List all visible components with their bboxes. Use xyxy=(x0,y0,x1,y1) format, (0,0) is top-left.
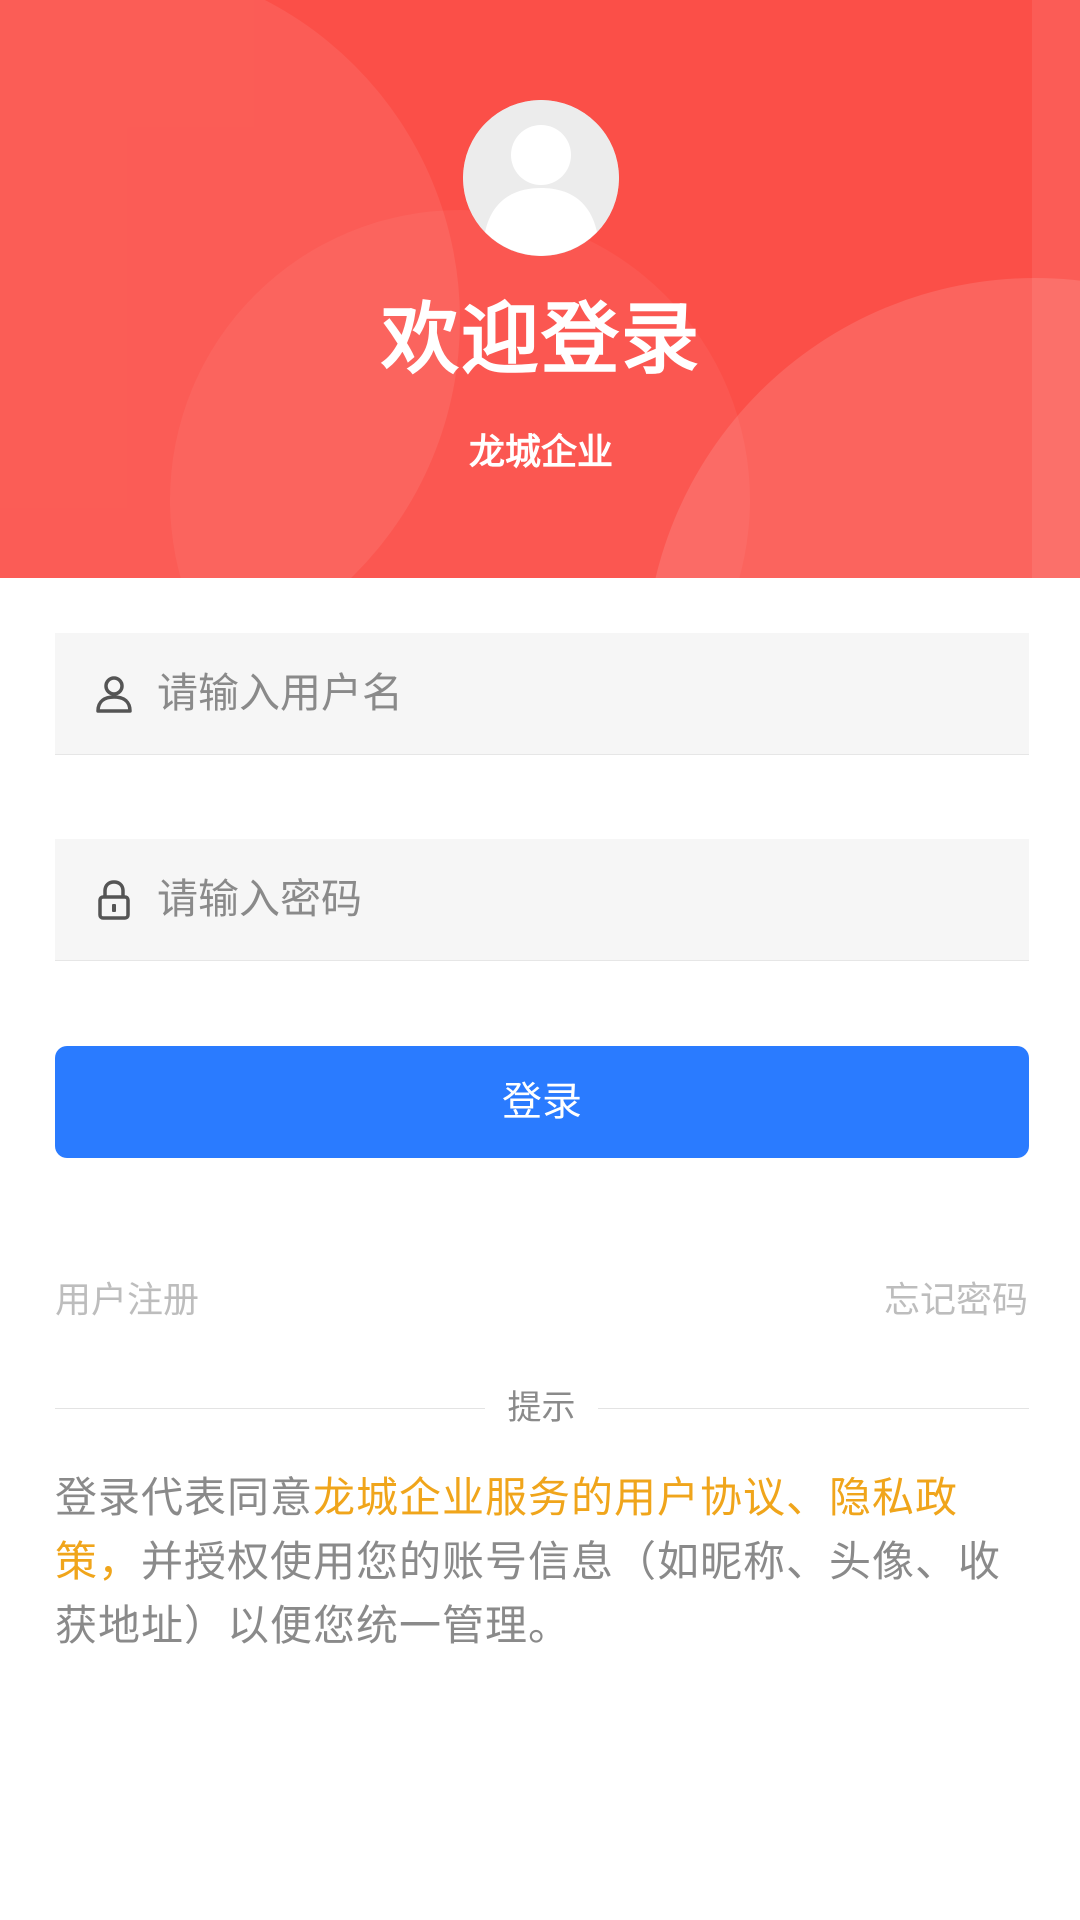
tips-divider-right xyxy=(598,1408,1029,1409)
user-icon xyxy=(93,673,135,715)
login-button[interactable]: 登录 xyxy=(55,1046,1029,1158)
avatar-icon xyxy=(463,100,619,256)
username-input[interactable] xyxy=(157,633,1007,753)
login-page: 欢迎登录 龙城企业 登录 用户注册 忘记密码 提示 登录代表同意龙城企业服务的用… xyxy=(0,0,1080,1920)
tips-label: 提示 xyxy=(507,1388,576,1428)
lock-icon xyxy=(93,879,135,921)
username-field[interactable] xyxy=(55,633,1029,755)
company-name: 龙城企业 xyxy=(468,432,613,473)
agreement-suffix: 并授权使用您的账号信息（如昵称、头像、收获地址）以便您统一管理。 xyxy=(55,1537,1002,1650)
agreement-prefix: 登录代表同意 xyxy=(55,1473,314,1522)
password-input[interactable] xyxy=(157,839,1007,959)
welcome-title: 欢迎登录 xyxy=(380,295,701,385)
login-header: 欢迎登录 龙城企业 xyxy=(0,0,1080,578)
forgot-password-link[interactable]: 忘记密码 xyxy=(884,1276,1028,1326)
register-link[interactable]: 用户注册 xyxy=(55,1276,199,1326)
header-edge-decoration xyxy=(1032,0,1080,578)
avatar xyxy=(463,100,619,256)
tips-divider-left xyxy=(55,1408,485,1409)
agreement-text: 登录代表同意龙城企业服务的用户协议、隐私政策，并授权使用您的账号信息（如昵称、头… xyxy=(55,1466,1030,1658)
password-field[interactable] xyxy=(55,839,1029,961)
